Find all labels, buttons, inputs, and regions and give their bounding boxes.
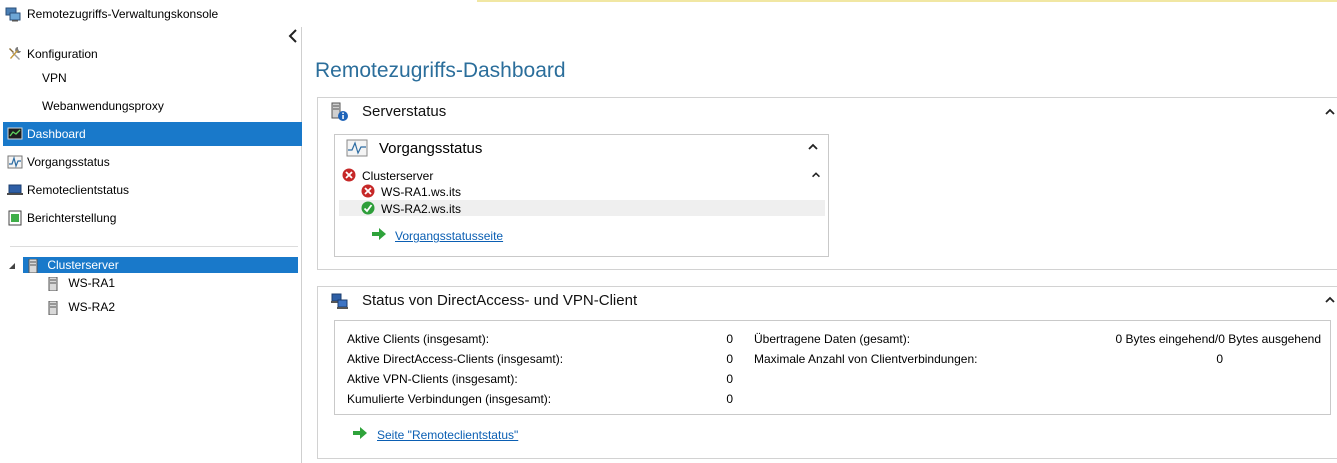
sidebar-item-configuration[interactable]: Konfiguration: [0, 42, 300, 66]
chevron-up-icon[interactable]: [810, 169, 822, 181]
sidebar-item-label: Remoteclientstatus: [27, 183, 130, 197]
tree-item-server[interactable]: WS-RA2: [48, 299, 115, 315]
operations-status-link[interactable]: Vorgangsstatusseite: [395, 229, 503, 243]
stat-value: 0: [726, 352, 733, 366]
stat-label: Übertragene Daten (gesamt):: [754, 332, 911, 346]
sidebar-item-vpn[interactable]: VPN: [42, 67, 67, 89]
server-info-icon: [331, 102, 348, 121]
green-arrow-icon: [353, 427, 367, 439]
stat-label: Aktive VPN-Clients (insgesamt):: [347, 372, 518, 386]
server-name: WS-RA1.ws.its: [381, 185, 462, 199]
server-cluster-icon: [28, 258, 38, 273]
expanded-triangle-icon: [9, 263, 15, 269]
sidebar-item-label: Berichterstellung: [27, 211, 117, 225]
sidebar-item-dashboard[interactable]: Dashboard: [3, 122, 303, 146]
server-name: WS-RA2.ws.its: [381, 202, 462, 216]
sidebar-item-label: Dashboard: [27, 127, 86, 141]
report-icon: [8, 210, 22, 226]
remote-access-app-icon: [5, 7, 21, 22]
tree-expander[interactable]: [8, 258, 18, 274]
panel-header: Status von DirectAccess- und VPN-Client: [318, 287, 1337, 315]
cluster-label: Clusterserver: [362, 169, 434, 183]
tree-item-label: Clusterserver: [47, 258, 119, 272]
tree-item-label: WS-RA2: [68, 300, 116, 314]
page-title: Remotezugriffs-Dashboard: [315, 59, 566, 82]
title-accent: [477, 0, 1337, 2]
error-icon: [361, 184, 375, 198]
server-row[interactable]: WS-RA2.ws.its: [339, 200, 825, 216]
sidebar-item-operations-status[interactable]: Vorgangsstatus: [0, 150, 300, 174]
stat-value: 0: [726, 332, 733, 346]
remote-client-status-link[interactable]: Seite "Remoteclientstatus": [377, 428, 518, 442]
stat-value: 0: [1216, 352, 1223, 366]
tools-icon: [9, 47, 21, 60]
check-icon: [361, 201, 375, 215]
dashboard-icon: [7, 127, 23, 140]
chart-icon: [346, 139, 368, 157]
stat-label: Maximale Anzahl von Clientverbindungen:: [754, 352, 978, 366]
server-status-panel: Serverstatus Vorgangsstatus Clusterserve…: [317, 97, 1337, 270]
panel-title: Status von DirectAccess- und VPN-Client: [362, 292, 638, 309]
client-status-panel: Status von DirectAccess- und VPN-Client …: [317, 286, 1337, 459]
window-title: Remotezugriffs-Verwaltungskonsole: [27, 7, 219, 21]
title-bar: Remotezugriffs-Verwaltungskonsole: [0, 0, 1337, 28]
chevron-up-icon[interactable]: [1323, 293, 1337, 307]
sidebar-item-remote-client-status[interactable]: Remoteclientstatus: [0, 178, 300, 202]
chevron-left-icon: [288, 29, 297, 43]
stat-value: 0: [726, 392, 733, 406]
chevron-up-icon[interactable]: [1323, 105, 1337, 119]
operations-status-box: Vorgangsstatus Clusterserver WS-RA1.ws.i…: [334, 134, 829, 257]
network-clients-icon: [331, 293, 348, 309]
server-icon: [48, 300, 58, 315]
tree-item-label: WS-RA1: [68, 276, 116, 290]
panel-title: Serverstatus: [362, 103, 447, 120]
green-arrow-icon: [372, 228, 386, 240]
laptop-icon: [7, 184, 23, 195]
divider: [10, 246, 298, 247]
tree-item-server[interactable]: WS-RA1: [48, 275, 115, 291]
server-row[interactable]: WS-RA1.ws.its: [335, 183, 825, 199]
stat-label: Kumulierte Verbindungen (insgesamt):: [347, 392, 552, 406]
server-icon: [48, 276, 58, 291]
sidebar-item-label: Vorgangsstatus: [27, 155, 110, 169]
sidebar-item-webproxy[interactable]: Webanwendungsproxy: [42, 95, 164, 117]
panel-header: Serverstatus: [318, 98, 1337, 126]
client-stats-box: Aktive Clients (insgesamt): 0 Aktive Dir…: [334, 320, 1331, 415]
tree-item-cluster[interactable]: Clusterserver: [23, 257, 298, 273]
chevron-up-icon[interactable]: [806, 140, 820, 154]
stat-value: 0: [726, 372, 733, 386]
main-content: Remotezugriffs-Dashboard Serverstatus Vo…: [302, 27, 1337, 463]
chart-icon: [7, 155, 23, 169]
error-icon: [342, 168, 356, 182]
stat-label: Aktive DirectAccess-Clients (insgesamt):: [347, 352, 564, 366]
sidebar-item-label: Konfiguration: [27, 47, 98, 61]
box-title: Vorgangsstatus: [379, 140, 483, 157]
navigation-pane: Konfiguration VPN Webanwendungsproxy Das…: [0, 27, 303, 463]
stat-value: 0 Bytes eingehend/0 Bytes ausgehend: [1115, 332, 1322, 346]
stat-label: Aktive Clients (insgesamt):: [347, 332, 490, 346]
sidebar-item-reporting[interactable]: Berichterstellung: [0, 206, 300, 230]
